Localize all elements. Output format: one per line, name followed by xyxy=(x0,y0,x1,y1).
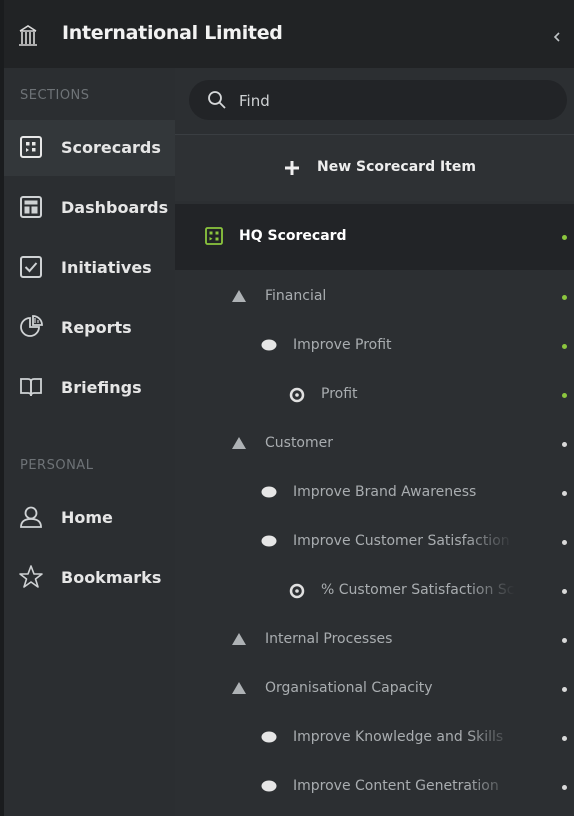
top-bar: International Limited xyxy=(4,0,574,68)
sidebar-item-label: Dashboards xyxy=(61,198,169,217)
tree-item-perspective[interactable]: Financial xyxy=(175,273,574,322)
sidebar-item-label: Home xyxy=(61,508,113,527)
scorecard-label: HQ Scorecard xyxy=(239,228,347,244)
status-indicator xyxy=(562,638,567,643)
tree-item-label: Internal Processes xyxy=(265,631,393,647)
ellipse-icon xyxy=(261,486,277,498)
scorecard-row-hq[interactable]: HQ Scorecard xyxy=(175,204,574,270)
tree-item-objective[interactable]: Improve Brand Awareness xyxy=(175,469,574,518)
book-icon xyxy=(20,378,42,397)
tree-item-label: Improve Content Genetration xyxy=(293,778,515,794)
status-indicator xyxy=(562,589,567,594)
target-icon xyxy=(289,387,305,403)
plus-icon xyxy=(285,161,299,175)
dashboard-icon xyxy=(20,196,42,218)
search-icon xyxy=(208,91,226,109)
tree-item-label: % Customer Satisfaction Score xyxy=(321,582,515,598)
search-box[interactable] xyxy=(189,80,567,120)
tree-item-perspective[interactable]: Organisational Capacity xyxy=(175,665,574,714)
search-input[interactable] xyxy=(237,89,541,113)
tree-item-label: Customer xyxy=(265,435,334,451)
triangle-icon xyxy=(232,290,246,302)
star-icon xyxy=(19,565,43,588)
tree-item-label: Improve Knowledge and Skills xyxy=(293,729,515,745)
tree-item-objective[interactable]: Improve Profit xyxy=(175,322,574,371)
target-icon xyxy=(289,583,305,599)
user-icon xyxy=(20,506,42,528)
status-indicator xyxy=(562,540,567,545)
sidebar-item-reports[interactable]: Reports xyxy=(4,300,175,356)
status-indicator xyxy=(562,736,567,741)
tree-item-label: Improve Brand Awareness xyxy=(293,484,477,500)
tree-item-objective[interactable]: Improve Knowledge and Skills xyxy=(175,714,574,763)
sidebar-item-label: Briefings xyxy=(61,378,142,397)
status-indicator xyxy=(562,393,567,398)
tree-item-perspective[interactable]: Internal Processes xyxy=(175,616,574,665)
status-indicator xyxy=(562,344,567,349)
ellipse-icon xyxy=(261,339,277,351)
sidebar-item-briefings[interactable]: Briefings xyxy=(4,360,175,416)
chevron-left-icon[interactable] xyxy=(552,30,562,44)
new-scorecard-item-button[interactable]: New Scorecard Item xyxy=(175,135,574,201)
tree-item-measure[interactable]: % Customer Satisfaction Score xyxy=(175,567,574,616)
tree-item-objective[interactable]: Improve Customer Satisfaction xyxy=(175,518,574,567)
sidebar-item-label: Scorecards xyxy=(61,138,161,157)
tree-item-label: Improve Customer Satisfaction xyxy=(293,533,513,549)
tree-item-perspective[interactable]: Customer xyxy=(175,420,574,469)
triangle-icon xyxy=(232,633,246,645)
sidebar-item-home[interactable]: Home xyxy=(4,490,175,546)
status-indicator xyxy=(562,235,567,240)
checkbox-icon xyxy=(20,256,42,278)
tree-item-objective[interactable]: Improve Content Genetration xyxy=(175,763,574,812)
app-window: International Limited SECTIONS Scorecard… xyxy=(0,0,574,816)
sidebar-item-bookmarks[interactable]: Bookmarks xyxy=(4,550,175,606)
scorecard-tree-panel: New Scorecard Item HQ Scorecard Financia… xyxy=(175,68,574,816)
sidebar-item-label: Bookmarks xyxy=(61,568,162,587)
new-scorecard-item-label: New Scorecard Item xyxy=(317,159,476,175)
ellipse-icon xyxy=(261,731,277,743)
triangle-icon xyxy=(232,437,246,449)
ellipse-icon xyxy=(261,780,277,792)
tree-item-label: Improve Profit xyxy=(293,337,392,353)
sidebar-item-dashboards[interactable]: Dashboards xyxy=(4,180,175,236)
status-indicator xyxy=(562,295,567,300)
sections-label: SECTIONS xyxy=(20,88,90,103)
scorecard-icon xyxy=(205,227,223,245)
status-indicator xyxy=(562,442,567,447)
tree-item-label: Profit xyxy=(321,386,358,402)
tree-item-measure[interactable]: Profit xyxy=(175,371,574,420)
triangle-icon xyxy=(232,682,246,694)
scorecard-icon xyxy=(20,136,42,158)
pie-chart-icon xyxy=(20,315,43,337)
organization-name: International Limited xyxy=(62,22,283,44)
personal-label: PERSONAL xyxy=(20,458,94,473)
status-indicator xyxy=(562,687,567,692)
tree-item-label: Financial xyxy=(265,288,327,304)
sidebar-item-scorecards[interactable]: Scorecards xyxy=(4,120,175,176)
sidebar-item-initiatives[interactable]: Initiatives xyxy=(4,240,175,296)
building-icon xyxy=(19,25,37,46)
sidebar-item-label: Reports xyxy=(61,318,132,337)
status-indicator xyxy=(562,785,567,790)
tree-item-label: Organisational Capacity xyxy=(265,680,433,696)
ellipse-icon xyxy=(261,535,277,547)
sidebar-item-label: Initiatives xyxy=(61,258,152,277)
status-indicator xyxy=(562,491,567,496)
sidebar: SECTIONS Scorecards Dashboards Initiativ… xyxy=(4,68,175,816)
